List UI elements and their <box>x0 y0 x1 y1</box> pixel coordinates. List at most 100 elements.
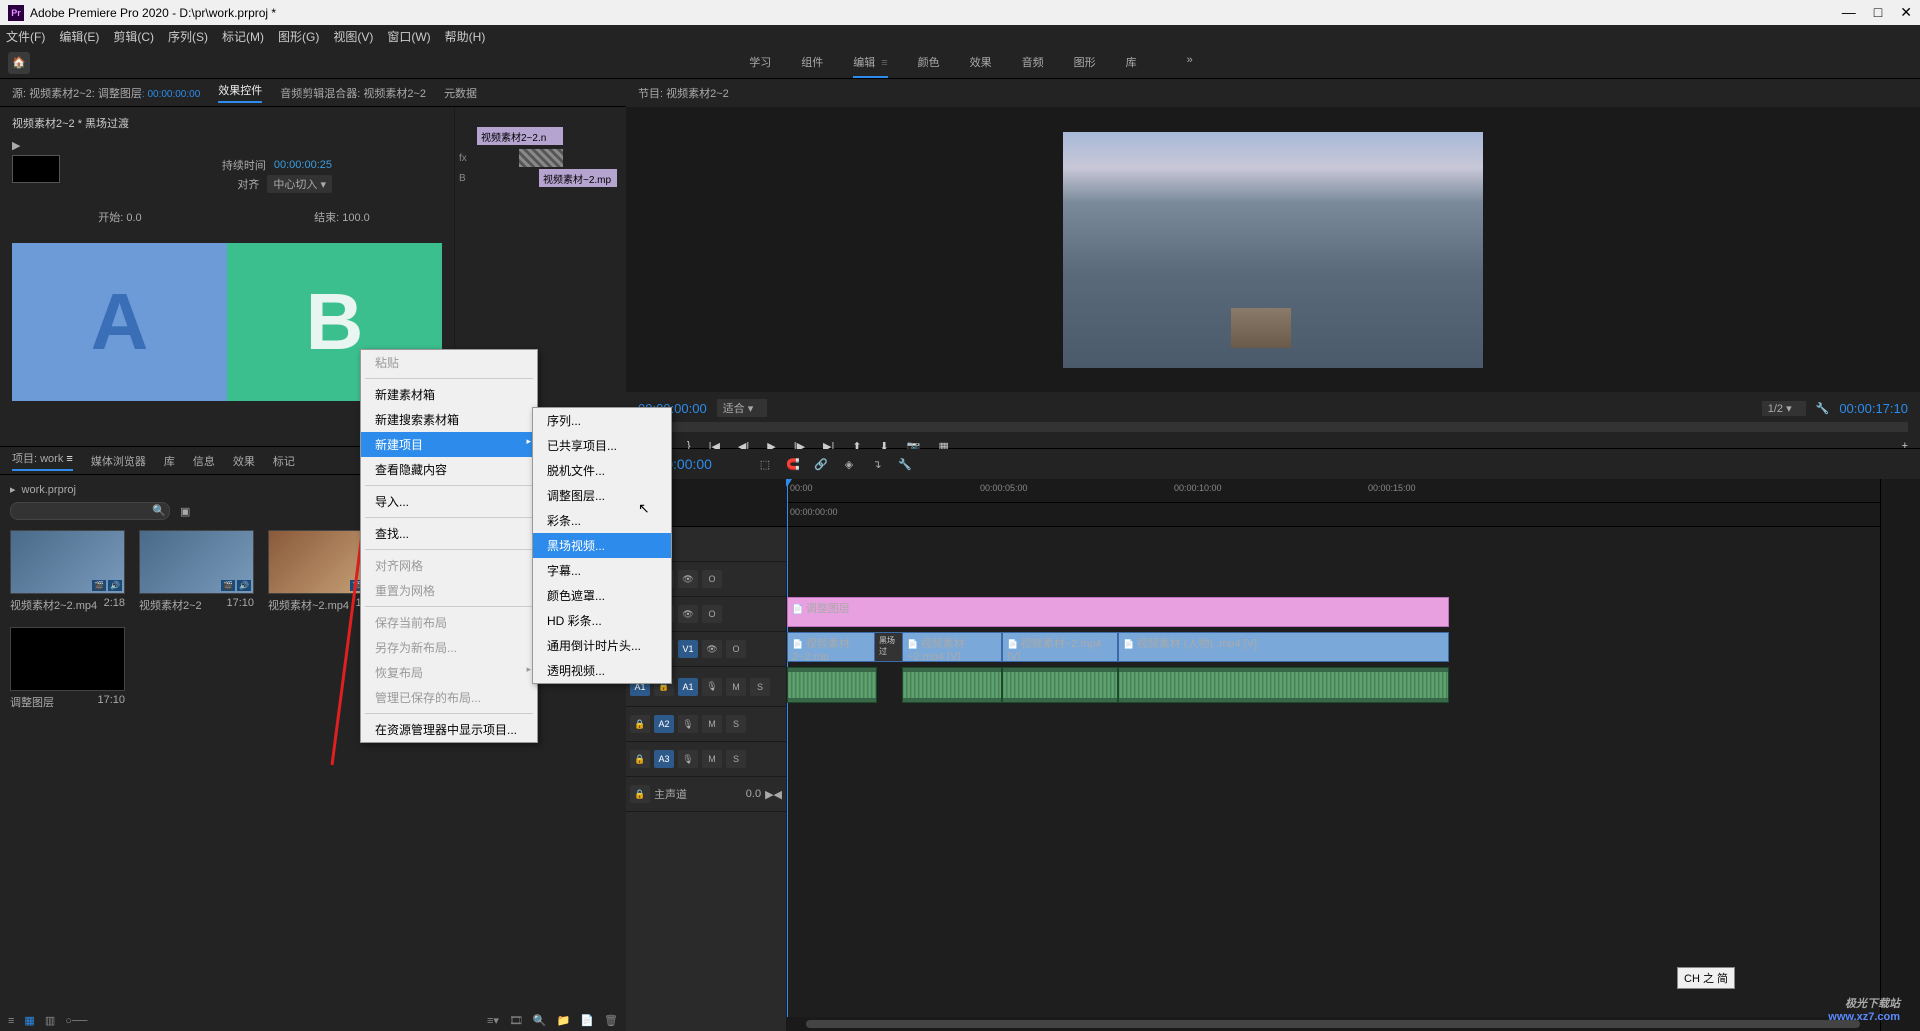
sub-adjustment-layer[interactable]: 调整图层... <box>533 483 671 508</box>
mini-clip-b[interactable]: 视频素材~2.mp <box>539 169 617 187</box>
timeline-clip[interactable]: 📄 视频素材2~2.mp <box>787 632 877 662</box>
sub-bars[interactable]: 彩条... <box>533 508 671 533</box>
snap-icon[interactable]: 🧲 <box>784 455 802 473</box>
ime-indicator[interactable]: CH 之 简 <box>1677 967 1735 989</box>
ctx-align-grid[interactable]: 对齐网格 <box>361 553 537 578</box>
menu-graphics[interactable]: 图形(G) <box>278 28 319 45</box>
menu-sequence[interactable]: 序列(S) <box>168 28 208 45</box>
menu-edit[interactable]: 编辑(E) <box>59 28 99 45</box>
auto-sequence-icon[interactable]: 🎞 <box>509 1014 523 1027</box>
tab-audio-mixer[interactable]: 音频剪辑混合器: 视频素材2~2 <box>280 85 426 101</box>
audio-clip[interactable] <box>1002 667 1118 703</box>
workspace-effects[interactable]: 效果 <box>970 48 992 78</box>
workspace-edit[interactable]: 编辑≡ <box>853 48 887 78</box>
workspace-graphics[interactable]: 图形 <box>1074 48 1096 78</box>
project-search-input[interactable] <box>10 502 170 520</box>
clear-icon[interactable]: 🗑 <box>604 1014 618 1027</box>
ctx-paste[interactable]: 粘贴 <box>361 350 537 375</box>
sub-countdown[interactable]: 通用倒计时片头... <box>533 633 671 658</box>
settings-icon[interactable]: ↴ <box>868 455 886 473</box>
tab-media-browser[interactable]: 媒体浏览器 <box>91 453 146 469</box>
close-button[interactable]: ✕ <box>1900 4 1912 21</box>
search-icon[interactable]: 🔍 <box>152 504 166 517</box>
ctx-new-item[interactable]: 新建项目 <box>361 432 537 457</box>
freeform-view-icon[interactable]: ▥ <box>45 1014 55 1027</box>
menu-file[interactable]: 文件(F) <box>6 28 45 45</box>
project-item[interactable]: 🎬🔊视频素材2~217:10 <box>139 530 254 613</box>
workspace-color[interactable]: 颜色 <box>918 48 940 78</box>
audio-clip[interactable] <box>902 667 1002 703</box>
align-select[interactable]: 中心切入 ▾ <box>267 175 332 193</box>
ctx-reset-grid[interactable]: 重置为网格 <box>361 578 537 603</box>
sub-sequence[interactable]: 序列... <box>533 408 671 433</box>
menu-help[interactable]: 帮助(H) <box>445 28 486 45</box>
tab-effects[interactable]: 效果 <box>233 453 255 469</box>
timeline-clip[interactable]: 📄 视频素材~2.mp4 [V] <box>902 632 1002 662</box>
tab-libraries[interactable]: 库 <box>164 453 175 469</box>
home-icon[interactable]: 🏠 <box>8 52 30 74</box>
tab-metadata[interactable]: 元数据 <box>444 85 477 101</box>
marker-icon[interactable]: ◈ <box>840 455 858 473</box>
bin-icon[interactable]: ▣ <box>180 505 190 518</box>
wrench-icon[interactable]: 🔧 <box>896 455 914 473</box>
program-zoom-select[interactable]: 1/2 ▾ <box>1762 401 1806 416</box>
sub-shared-project[interactable]: 已共享项目... <box>533 433 671 458</box>
ctx-restore-layout[interactable]: 恢复布局 <box>361 660 537 685</box>
sub-color-matte[interactable]: 颜色遮罩... <box>533 583 671 608</box>
project-item[interactable]: 调整图层17:10 <box>10 627 125 710</box>
ctx-manage-layouts[interactable]: 管理已保存的布局... <box>361 685 537 710</box>
icon-view-icon[interactable]: ▦ <box>24 1014 34 1027</box>
ctx-new-bin[interactable]: 新建素材箱 <box>361 382 537 407</box>
workspace-audio[interactable]: 音频 <box>1022 48 1044 78</box>
duration-value[interactable]: 00:00:00:25 <box>274 159 332 171</box>
ctx-find[interactable]: 查找... <box>361 521 537 546</box>
new-bin-icon[interactable]: 📁 <box>557 1014 571 1027</box>
ctx-view-hidden[interactable]: 查看隐藏内容 <box>361 457 537 482</box>
tab-project[interactable]: 项目: work ≡ <box>12 450 73 471</box>
sub-captions[interactable]: 字幕... <box>533 558 671 583</box>
maximize-button[interactable]: □ <box>1874 4 1882 21</box>
workspace-overflow-icon[interactable]: » <box>1187 48 1193 78</box>
tab-info[interactable]: 信息 <box>193 453 215 469</box>
clip-adjustment-layer[interactable]: 📄 调整图层 <box>787 597 1449 627</box>
new-item-icon[interactable]: 📄 <box>580 1014 594 1027</box>
tab-source[interactable]: 源: 视频素材2~2: 调整图层: 00:00:00:00 <box>12 85 200 101</box>
workspace-libraries[interactable]: 库 <box>1126 48 1137 78</box>
sub-offline-file[interactable]: 脱机文件... <box>533 458 671 483</box>
zoom-slider[interactable]: ○── <box>65 1015 87 1027</box>
list-view-icon[interactable]: ≡ <box>8 1015 14 1027</box>
ctx-reveal-explorer[interactable]: 在资源管理器中显示项目... <box>361 717 537 742</box>
sub-hd-bars[interactable]: HD 彩条... <box>533 608 671 633</box>
sub-black-video[interactable]: 黑场视频... <box>533 533 671 558</box>
menu-view[interactable]: 视图(V) <box>333 28 373 45</box>
workspace-assembly[interactable]: 组件 <box>801 48 823 78</box>
sort-icon[interactable]: ≡▾ <box>487 1014 499 1027</box>
wrench-icon[interactable]: 🔧 <box>1816 402 1830 415</box>
timeline-scrollbar[interactable] <box>786 1017 1880 1031</box>
minimize-button[interactable]: — <box>1842 4 1856 21</box>
workspace-learn[interactable]: 学习 <box>749 48 771 78</box>
playhead[interactable] <box>787 479 788 1031</box>
menu-markers[interactable]: 标记(M) <box>222 28 264 45</box>
menu-window[interactable]: 窗口(W) <box>387 28 430 45</box>
transition-clip[interactable]: 黑场过 <box>874 632 904 662</box>
ctx-import[interactable]: 导入... <box>361 489 537 514</box>
audio-clip[interactable] <box>1118 667 1449 703</box>
nest-icon[interactable]: ⬚ <box>756 455 774 473</box>
program-preview[interactable] <box>1063 132 1483 368</box>
linked-selection-icon[interactable]: 🔗 <box>812 455 830 473</box>
find-icon[interactable]: 🔍 <box>533 1014 547 1027</box>
ctx-save-as-layout[interactable]: 另存为新布局... <box>361 635 537 660</box>
tab-effect-controls[interactable]: 效果控件 <box>218 82 262 103</box>
mini-clip-a[interactable]: 视频素材2~2.n <box>477 127 563 145</box>
timeline-tracks[interactable]: 00:00 00:00:05:00 00:00:10:00 00:00:15:0… <box>786 479 1880 1031</box>
timeline-clip[interactable]: 📄 视频素材 (人物) .mp4 [V] <box>1118 632 1449 662</box>
timeline-clip[interactable]: 📄 视频素材~2.mp4 [V] <box>1002 632 1118 662</box>
program-fit-select[interactable]: 适合 ▾ <box>717 399 768 417</box>
tab-markers[interactable]: 标记 <box>273 453 295 469</box>
ctx-new-search-bin[interactable]: 新建搜索素材箱 <box>361 407 537 432</box>
sub-transparent-video[interactable]: 透明视频... <box>533 658 671 683</box>
project-item[interactable]: 🎬🔊视频素材2~2.mp42:18 <box>10 530 125 613</box>
track-output-icon[interactable]: O <box>702 570 722 588</box>
audio-clip[interactable] <box>787 667 877 703</box>
